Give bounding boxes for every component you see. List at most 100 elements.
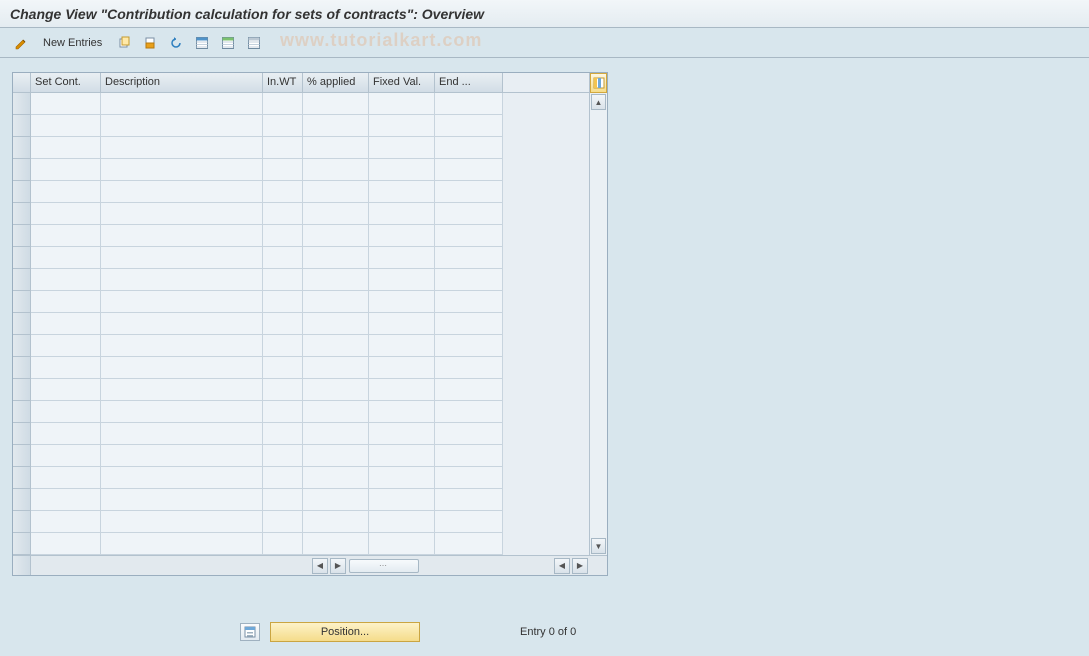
table-cell[interactable] — [303, 489, 369, 511]
table-cell[interactable] — [263, 313, 303, 335]
table-cell[interactable] — [303, 225, 369, 247]
row-selector[interactable] — [13, 379, 31, 401]
table-cell[interactable] — [435, 511, 503, 533]
table-cell[interactable] — [303, 533, 369, 555]
table-cell[interactable] — [263, 379, 303, 401]
table-cell[interactable] — [369, 357, 435, 379]
table-cell[interactable] — [101, 401, 263, 423]
table-cell[interactable] — [31, 357, 101, 379]
table-cell[interactable] — [31, 467, 101, 489]
table-cell[interactable] — [263, 225, 303, 247]
scroll-left-end-icon[interactable]: ◀ — [554, 558, 570, 574]
table-cell[interactable] — [435, 225, 503, 247]
table-cell[interactable] — [101, 511, 263, 533]
table-cell[interactable] — [263, 137, 303, 159]
table-cell[interactable] — [369, 445, 435, 467]
table-cell[interactable] — [101, 269, 263, 291]
table-cell[interactable] — [369, 159, 435, 181]
table-cell[interactable] — [263, 467, 303, 489]
table-cell[interactable] — [31, 489, 101, 511]
table-cell[interactable] — [435, 181, 503, 203]
table-cell[interactable] — [303, 115, 369, 137]
table-cell[interactable] — [435, 401, 503, 423]
row-selector[interactable] — [13, 247, 31, 269]
table-cell[interactable] — [303, 467, 369, 489]
table-cell[interactable] — [263, 115, 303, 137]
table-cell[interactable] — [101, 159, 263, 181]
column-header-in-wt[interactable]: In.WT — [263, 73, 303, 93]
table-cell[interactable] — [101, 445, 263, 467]
table-cell[interactable] — [263, 423, 303, 445]
table-cell[interactable] — [369, 511, 435, 533]
table-cell[interactable] — [369, 291, 435, 313]
select-all-icon[interactable] — [191, 33, 213, 53]
scroll-right-icon[interactable]: ▶ — [330, 558, 346, 574]
table-cell[interactable] — [31, 203, 101, 225]
row-selector[interactable] — [13, 467, 31, 489]
table-cell[interactable] — [303, 93, 369, 115]
table-cell[interactable] — [263, 335, 303, 357]
table-cell[interactable] — [369, 335, 435, 357]
table-cell[interactable] — [303, 159, 369, 181]
scroll-right-end-icon[interactable]: ▶ — [572, 558, 588, 574]
grid-select-all-corner[interactable] — [13, 73, 31, 93]
table-cell[interactable] — [369, 489, 435, 511]
table-cell[interactable] — [31, 423, 101, 445]
table-cell[interactable] — [101, 137, 263, 159]
table-cell[interactable] — [101, 93, 263, 115]
column-header-end[interactable]: End ... — [435, 73, 503, 93]
table-cell[interactable] — [369, 115, 435, 137]
table-cell[interactable] — [101, 247, 263, 269]
row-selector[interactable] — [13, 181, 31, 203]
table-cell[interactable] — [369, 269, 435, 291]
deselect-all-icon[interactable] — [243, 33, 265, 53]
table-cell[interactable] — [435, 115, 503, 137]
table-cell[interactable] — [31, 401, 101, 423]
table-cell[interactable] — [263, 489, 303, 511]
table-cell[interactable] — [263, 159, 303, 181]
table-cell[interactable] — [31, 511, 101, 533]
column-header-fixed-val[interactable]: Fixed Val. — [369, 73, 435, 93]
table-cell[interactable] — [435, 357, 503, 379]
table-cell[interactable] — [263, 203, 303, 225]
table-cell[interactable] — [263, 511, 303, 533]
row-selector[interactable] — [13, 93, 31, 115]
table-cell[interactable] — [303, 335, 369, 357]
row-selector[interactable] — [13, 401, 31, 423]
row-selector[interactable] — [13, 445, 31, 467]
table-cell[interactable] — [263, 93, 303, 115]
table-cell[interactable] — [369, 93, 435, 115]
row-selector[interactable] — [13, 291, 31, 313]
table-cell[interactable] — [303, 203, 369, 225]
table-cell[interactable] — [369, 533, 435, 555]
table-cell[interactable] — [435, 247, 503, 269]
table-cell[interactable] — [303, 379, 369, 401]
table-cell[interactable] — [303, 313, 369, 335]
column-header-description[interactable]: Description — [101, 73, 263, 93]
table-cell[interactable] — [263, 247, 303, 269]
table-cell[interactable] — [263, 533, 303, 555]
table-cell[interactable] — [101, 313, 263, 335]
table-cell[interactable] — [435, 467, 503, 489]
table-cell[interactable] — [263, 401, 303, 423]
table-cell[interactable] — [263, 291, 303, 313]
select-block-icon[interactable] — [217, 33, 239, 53]
scroll-left-icon[interactable]: ◀ — [312, 558, 328, 574]
position-icon[interactable] — [240, 623, 260, 641]
table-cell[interactable] — [303, 181, 369, 203]
table-cell[interactable] — [369, 379, 435, 401]
vertical-scrollbar[interactable] — [590, 111, 607, 537]
table-cell[interactable] — [31, 247, 101, 269]
table-cell[interactable] — [303, 445, 369, 467]
configure-columns-icon[interactable] — [590, 73, 607, 93]
table-cell[interactable] — [369, 225, 435, 247]
table-cell[interactable] — [101, 115, 263, 137]
table-cell[interactable] — [435, 291, 503, 313]
table-cell[interactable] — [435, 93, 503, 115]
table-cell[interactable] — [101, 489, 263, 511]
table-cell[interactable] — [101, 467, 263, 489]
table-cell[interactable] — [435, 203, 503, 225]
table-cell[interactable] — [263, 445, 303, 467]
table-cell[interactable] — [369, 137, 435, 159]
table-cell[interactable] — [31, 291, 101, 313]
